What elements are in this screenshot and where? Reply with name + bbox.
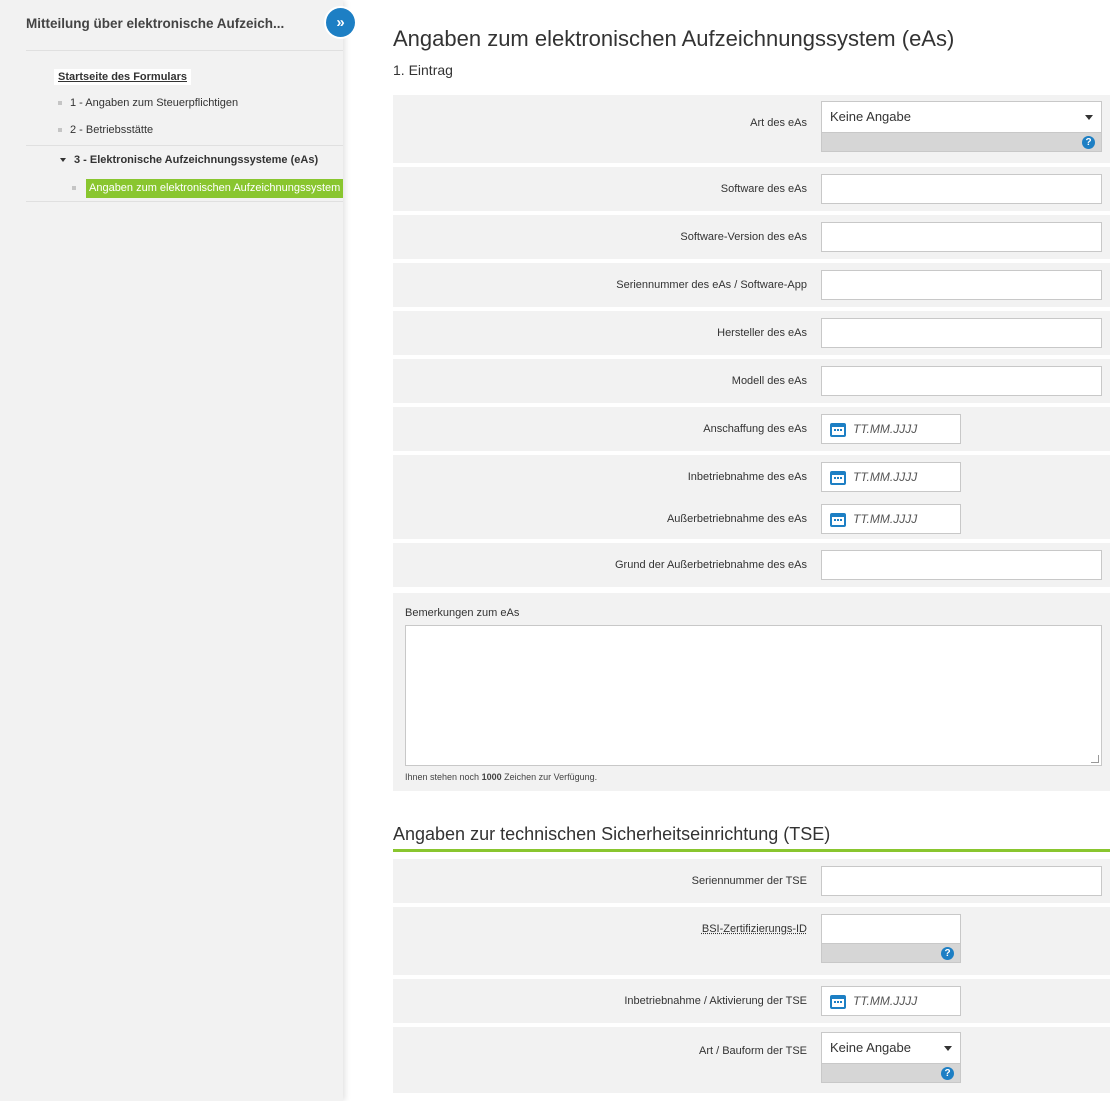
bullet-icon <box>58 101 62 106</box>
help-icon[interactable]: ? <box>1082 136 1095 149</box>
row-model: Modell des eAs <box>393 359 1110 403</box>
help-icon[interactable]: ? <box>941 947 954 960</box>
version-input[interactable] <box>821 222 1102 252</box>
row-acquisition: Anschaffung des eAs TT.MM.JJJJ <box>393 407 1110 451</box>
tse-serial-input[interactable] <box>821 866 1102 896</box>
decommissioning-date-input[interactable]: TT.MM.JJJJ <box>821 504 961 534</box>
calendar-icon[interactable] <box>830 423 846 437</box>
decommissioning-label: Außerbetriebnahme des eAs <box>666 513 807 525</box>
calendar-icon[interactable] <box>830 513 846 527</box>
row-art: Art des eAs Keine Angabe ? <box>393 95 1110 163</box>
serial-input[interactable] <box>821 270 1102 300</box>
manufacturer-input[interactable] <box>821 318 1102 348</box>
row-version: Software-Version des eAs <box>393 215 1110 259</box>
art-select[interactable]: Keine Angabe <box>821 101 1102 133</box>
acquisition-label: Anschaffung des eAs <box>703 423 807 435</box>
tse-serial-label: Seriennummer der TSE <box>691 875 807 887</box>
divider <box>26 50 343 51</box>
row-remarks: Bemerkungen zum eAs Ihnen stehen noch 10… <box>393 593 1110 791</box>
model-input[interactable] <box>821 366 1102 396</box>
section-divider <box>393 849 1110 852</box>
row-serial: Seriennummer des eAs / Software-App <box>393 263 1110 307</box>
help-bar: ? <box>821 944 961 963</box>
double-chevron-right-icon: » <box>336 14 345 31</box>
nav-item-betriebsstaette[interactable]: 2 - Betriebsstätte <box>58 124 153 136</box>
divider <box>26 145 343 146</box>
nav-item-label: 3 - Elektronische Aufzeichnungssysteme (… <box>74 154 319 166</box>
chevron-down-icon <box>944 1046 952 1051</box>
divider <box>26 201 343 202</box>
tse-activation-label: Inbetriebnahme / Aktivierung der TSE <box>624 995 807 1007</box>
row-tse-type: Art / Bauform der TSE Keine Angabe ? <box>393 1027 1110 1093</box>
acquisition-date-input[interactable]: TT.MM.JJJJ <box>821 414 961 444</box>
start-page-link[interactable]: Startseite des Formulars <box>54 69 191 85</box>
row-reason: Grund der Außerbetriebnahme des eAs <box>393 543 1110 587</box>
sidebar-header: Mitteilung über elektronische Aufzeich..… <box>0 0 343 50</box>
tse-type-select-value: Keine Angabe <box>830 1040 911 1055</box>
resize-handle-icon[interactable] <box>1091 755 1099 763</box>
reason-input[interactable] <box>821 550 1102 580</box>
software-input[interactable] <box>821 174 1102 204</box>
nav-item-label: 2 - Betriebsstätte <box>70 124 154 136</box>
bsi-label: BSI-Zertifizierungs-ID <box>701 923 807 935</box>
serial-label: Seriennummer des eAs / Software-App <box>616 279 807 291</box>
tse-activation-date-input[interactable]: TT.MM.JJJJ <box>821 986 961 1016</box>
commissioning-date-input[interactable]: TT.MM.JJJJ <box>821 462 961 492</box>
bullet-icon <box>58 128 62 133</box>
help-icon[interactable]: ? <box>941 1067 954 1080</box>
row-tse-activation: Inbetriebnahme / Aktivierung der TSE TT.… <box>393 979 1110 1023</box>
bsi-input[interactable] <box>821 914 961 944</box>
date-placeholder: TT.MM.JJJJ <box>853 470 918 484</box>
row-bsi: BSI-Zertifizierungs-ID ? <box>393 907 1110 975</box>
art-select-value: Keine Angabe <box>830 109 911 124</box>
nav-item-label: 1 - Angaben zum Steuerpflichtigen <box>70 97 239 109</box>
date-placeholder: TT.MM.JJJJ <box>853 994 918 1008</box>
calendar-icon[interactable] <box>830 471 846 485</box>
manufacturer-label: Hersteller des eAs <box>717 327 807 339</box>
calendar-icon[interactable] <box>830 995 846 1009</box>
tse-section-title: Angaben zur technischen Sicherheitseinri… <box>393 824 831 844</box>
version-label: Software-Version des eAs <box>680 231 807 243</box>
software-label: Software des eAs <box>720 183 807 195</box>
tse-type-label: Art / Bauform der TSE <box>698 1045 807 1057</box>
entry-label: 1. Eintrag <box>393 62 453 78</box>
chevron-down-icon <box>1085 115 1093 120</box>
row-tse-serial: Seriennummer der TSE <box>393 859 1110 903</box>
model-label: Modell des eAs <box>731 375 807 387</box>
date-placeholder: TT.MM.JJJJ <box>853 512 918 526</box>
row-decommissioning: Außerbetriebnahme des eAs TT.MM.JJJJ <box>393 499 1110 539</box>
reason-label: Grund der Außerbetriebnahme des eAs <box>614 559 807 571</box>
row-commissioning: Inbetriebnahme des eAs TT.MM.JJJJ <box>393 455 1110 499</box>
form-title: Mitteilung über elektronische Aufzeich..… <box>26 16 285 31</box>
help-bar: ? <box>821 133 1102 152</box>
nav-item-eas[interactable]: 3 - Elektronische Aufzeichnungssysteme (… <box>60 154 318 166</box>
commissioning-label: Inbetriebnahme des eAs <box>687 471 807 483</box>
nav-item-eas-details-active[interactable]: Angaben zum elektronischen Aufzeichnungs… <box>86 179 343 198</box>
remarks-textarea[interactable] <box>405 625 1102 766</box>
row-software: Software des eAs <box>393 167 1110 211</box>
bullet-icon <box>72 186 76 190</box>
row-manufacturer: Hersteller des eAs <box>393 311 1110 355</box>
help-bar: ? <box>821 1064 961 1083</box>
tse-type-select[interactable]: Keine Angabe <box>821 1032 961 1064</box>
sidebar: Mitteilung über elektronische Aufzeich..… <box>0 0 343 1101</box>
page-title: Angaben zum elektronischen Aufzeichnungs… <box>393 26 955 51</box>
remarks-char-hint: Ihnen stehen noch 1000 Zeichen zur Verfü… <box>405 772 598 782</box>
caret-down-icon <box>60 158 66 163</box>
art-label: Art des eAs <box>750 117 807 129</box>
remarks-label: Bemerkungen zum eAs <box>405 607 520 619</box>
date-placeholder: TT.MM.JJJJ <box>853 422 918 436</box>
collapse-sidebar-button[interactable]: » <box>326 8 355 37</box>
nav-item-steuerpflichtiger[interactable]: 1 - Angaben zum Steuerpflichtigen <box>58 97 238 109</box>
